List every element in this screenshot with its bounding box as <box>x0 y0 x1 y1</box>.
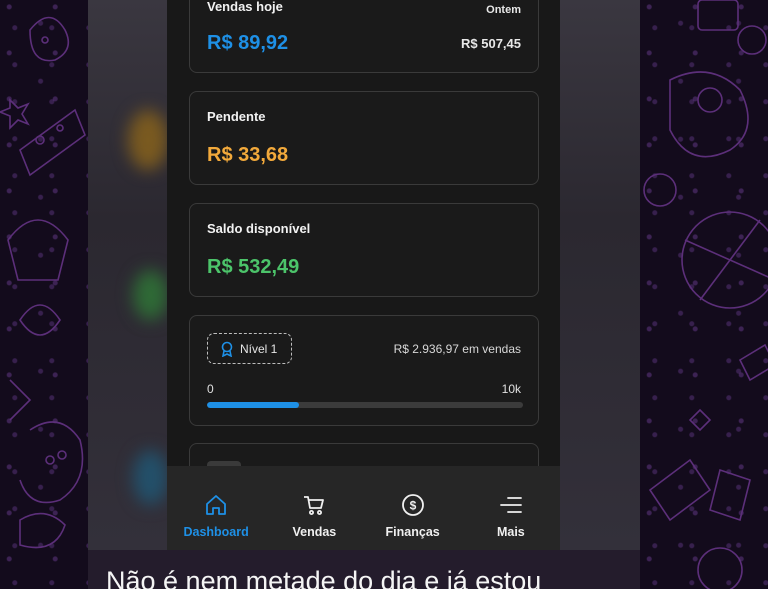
level-sales-text: R$ 2.936,97 em vendas <box>393 342 521 356</box>
card-title: Saldo disponível <box>207 221 311 236</box>
bottom-navigation: Dashboard Vendas $ Finanças Mais <box>167 466 560 550</box>
yesterday-sales-value: R$ 507,45 <box>461 36 521 51</box>
photo-blurred-left <box>88 0 168 550</box>
card-title: Pendente <box>207 109 266 124</box>
level-progress-bar <box>207 402 523 408</box>
menu-icon <box>499 497 522 513</box>
shared-photo[interactable]: Vendas hoje Ontem R$ 89,92 R$ 507,45 Pen… <box>88 0 640 589</box>
nav-label: Vendas <box>292 525 337 539</box>
nav-label: Mais <box>496 525 525 539</box>
card-nivel[interactable]: Nível 1 R$ 2.936,97 em vendas 0 10k <box>189 315 539 426</box>
pending-value: R$ 33,68 <box>207 144 289 166</box>
nav-vendas[interactable]: Vendas <box>265 466 363 550</box>
dollar-coin-icon: $ <box>401 494 424 516</box>
today-sales-value: R$ 89,92 <box>207 32 289 54</box>
card-saldo-disponivel[interactable]: Saldo disponível R$ 532,49 <box>189 203 539 297</box>
nav-financas[interactable]: $ Finanças <box>364 466 462 550</box>
level-badge[interactable]: Nível 1 <box>207 333 292 364</box>
compare-label: Ontem <box>486 4 521 16</box>
message-caption-bar: Não é nem metade do dia e já estou <box>88 550 640 589</box>
card-pendente[interactable]: Pendente R$ 33,68 <box>189 91 539 185</box>
chat-wallpaper-right <box>640 0 768 589</box>
available-balance-value: R$ 532,49 <box>207 256 300 278</box>
nav-dashboard[interactable]: Dashboard <box>167 466 265 550</box>
chat-wallpaper-left <box>0 0 88 589</box>
card-vendas-hoje[interactable]: Vendas hoje Ontem R$ 89,92 R$ 507,45 <box>189 0 539 73</box>
level-label: Nível 1 <box>240 341 278 356</box>
progress-min-label: 0 <box>207 382 214 396</box>
home-icon <box>206 495 227 515</box>
cart-icon <box>304 496 325 515</box>
card-title: Vendas hoje <box>207 0 283 14</box>
message-caption: Não é nem metade do dia e já estou <box>106 566 542 589</box>
nav-label: Dashboard <box>183 525 249 539</box>
photo-blurred-right <box>560 0 640 550</box>
phone-screen: Vendas hoje Ontem R$ 89,92 R$ 507,45 Pen… <box>167 0 560 550</box>
medal-icon <box>221 341 233 357</box>
svg-text:$: $ <box>409 499 416 513</box>
progress-max-label: 10k <box>501 382 521 396</box>
nav-mais[interactable]: Mais <box>462 466 560 550</box>
nav-label: Finanças <box>385 525 440 539</box>
level-progress-fill <box>207 402 299 408</box>
